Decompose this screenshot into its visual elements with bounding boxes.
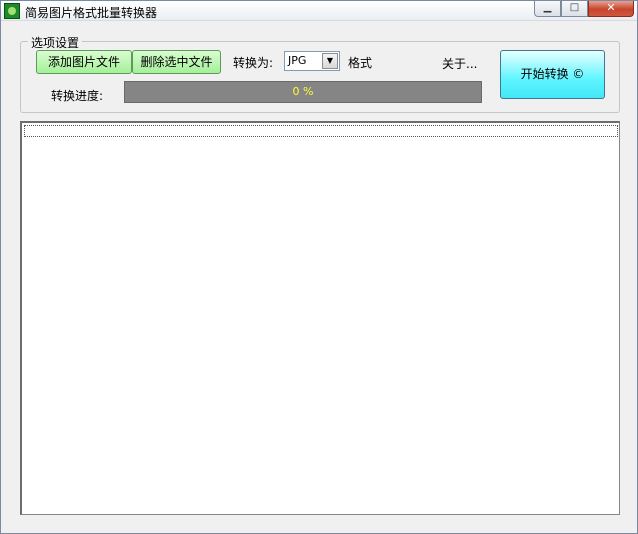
- start-convert-button[interactable]: 开始转换 ©: [500, 50, 605, 99]
- title-bar[interactable]: 简易图片格式批量转换器 ▁ □ ✕: [1, 1, 637, 21]
- app-icon: [4, 3, 20, 19]
- add-image-files-button[interactable]: 添加图片文件: [36, 50, 132, 74]
- close-button[interactable]: ✕: [588, 1, 634, 17]
- file-list-focus-row[interactable]: [24, 125, 618, 137]
- progress-text: 0 %: [292, 85, 314, 98]
- progress-bar: 0 %: [124, 81, 482, 103]
- convert-to-label: 转换为:: [233, 56, 274, 70]
- delete-selected-files-button[interactable]: 删除选中文件: [132, 50, 221, 74]
- window-title: 简易图片格式批量转换器: [25, 6, 158, 20]
- format-select-value: JPG: [288, 54, 307, 67]
- maximize-button[interactable]: □: [561, 1, 588, 17]
- format-suffix-label: 格式: [348, 56, 373, 70]
- file-list[interactable]: [20, 121, 620, 515]
- options-group-label: 选项设置: [28, 34, 83, 51]
- chevron-down-icon[interactable]: ▼: [322, 53, 338, 69]
- about-link[interactable]: 关于...: [442, 55, 477, 72]
- main-window: 简易图片格式批量转换器 ▁ □ ✕ 选项设置 添加图片文件 删除选中文件 转换为…: [0, 0, 638, 534]
- minimize-button[interactable]: ▁: [534, 1, 561, 17]
- format-select[interactable]: JPG ▼: [284, 51, 340, 71]
- progress-label: 转换进度:: [51, 89, 104, 103]
